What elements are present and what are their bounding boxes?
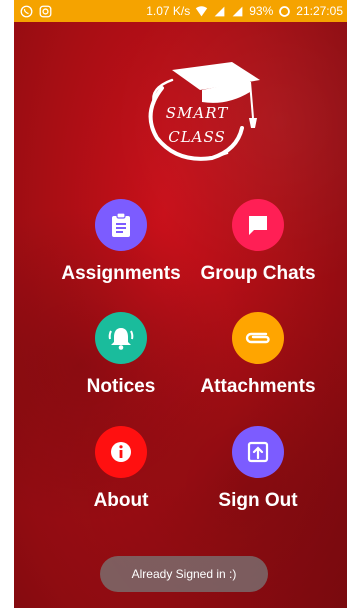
- status-bar: 1.07 K/s 93% 21:27:05: [14, 0, 347, 22]
- clock: 21:27:05: [296, 4, 343, 18]
- notices-tile[interactable]: Notices: [51, 312, 191, 398]
- battery-percent: 93%: [249, 4, 274, 18]
- wifi-icon: [196, 5, 208, 16]
- logo-text-line1: SMART: [165, 104, 229, 122]
- assignments-label: Assignments: [61, 263, 181, 284]
- toast-message: Already Signed in :): [100, 556, 268, 592]
- assignments-tile[interactable]: Assignments: [51, 199, 191, 285]
- about-label: About: [93, 490, 149, 511]
- network-speed: 1.07 K/s: [146, 4, 191, 18]
- paperclip-icon: [232, 312, 284, 364]
- exit-icon: [232, 426, 284, 478]
- signal-icon-2: [232, 6, 243, 16]
- group-chats-tile[interactable]: Group Chats: [188, 199, 328, 285]
- sign-out-label: Sign Out: [218, 490, 298, 511]
- attachments-tile[interactable]: Attachments: [188, 312, 328, 398]
- attachments-label: Attachments: [200, 376, 316, 397]
- whatsapp-icon: [20, 5, 33, 17]
- assignments-icon: [95, 199, 147, 251]
- group-chats-label: Group Chats: [200, 263, 316, 284]
- sign-out-tile[interactable]: Sign Out: [188, 426, 328, 512]
- logo-text-line2: CLASS: [168, 128, 226, 146]
- smart-class-logo: SMART CLASS: [132, 58, 262, 168]
- bell-ringing-icon: [95, 312, 147, 364]
- app-screen: 1.07 K/s 93% 21:27:05 SMART CLASS Assign…: [14, 0, 347, 608]
- instagram-icon: [39, 5, 52, 17]
- about-tile[interactable]: About: [51, 426, 191, 512]
- notices-label: Notices: [86, 376, 156, 397]
- signal-icon: [214, 6, 225, 16]
- chat-bubble-icon: [232, 199, 284, 251]
- battery-ring-icon: [279, 5, 291, 17]
- info-icon: [95, 426, 147, 478]
